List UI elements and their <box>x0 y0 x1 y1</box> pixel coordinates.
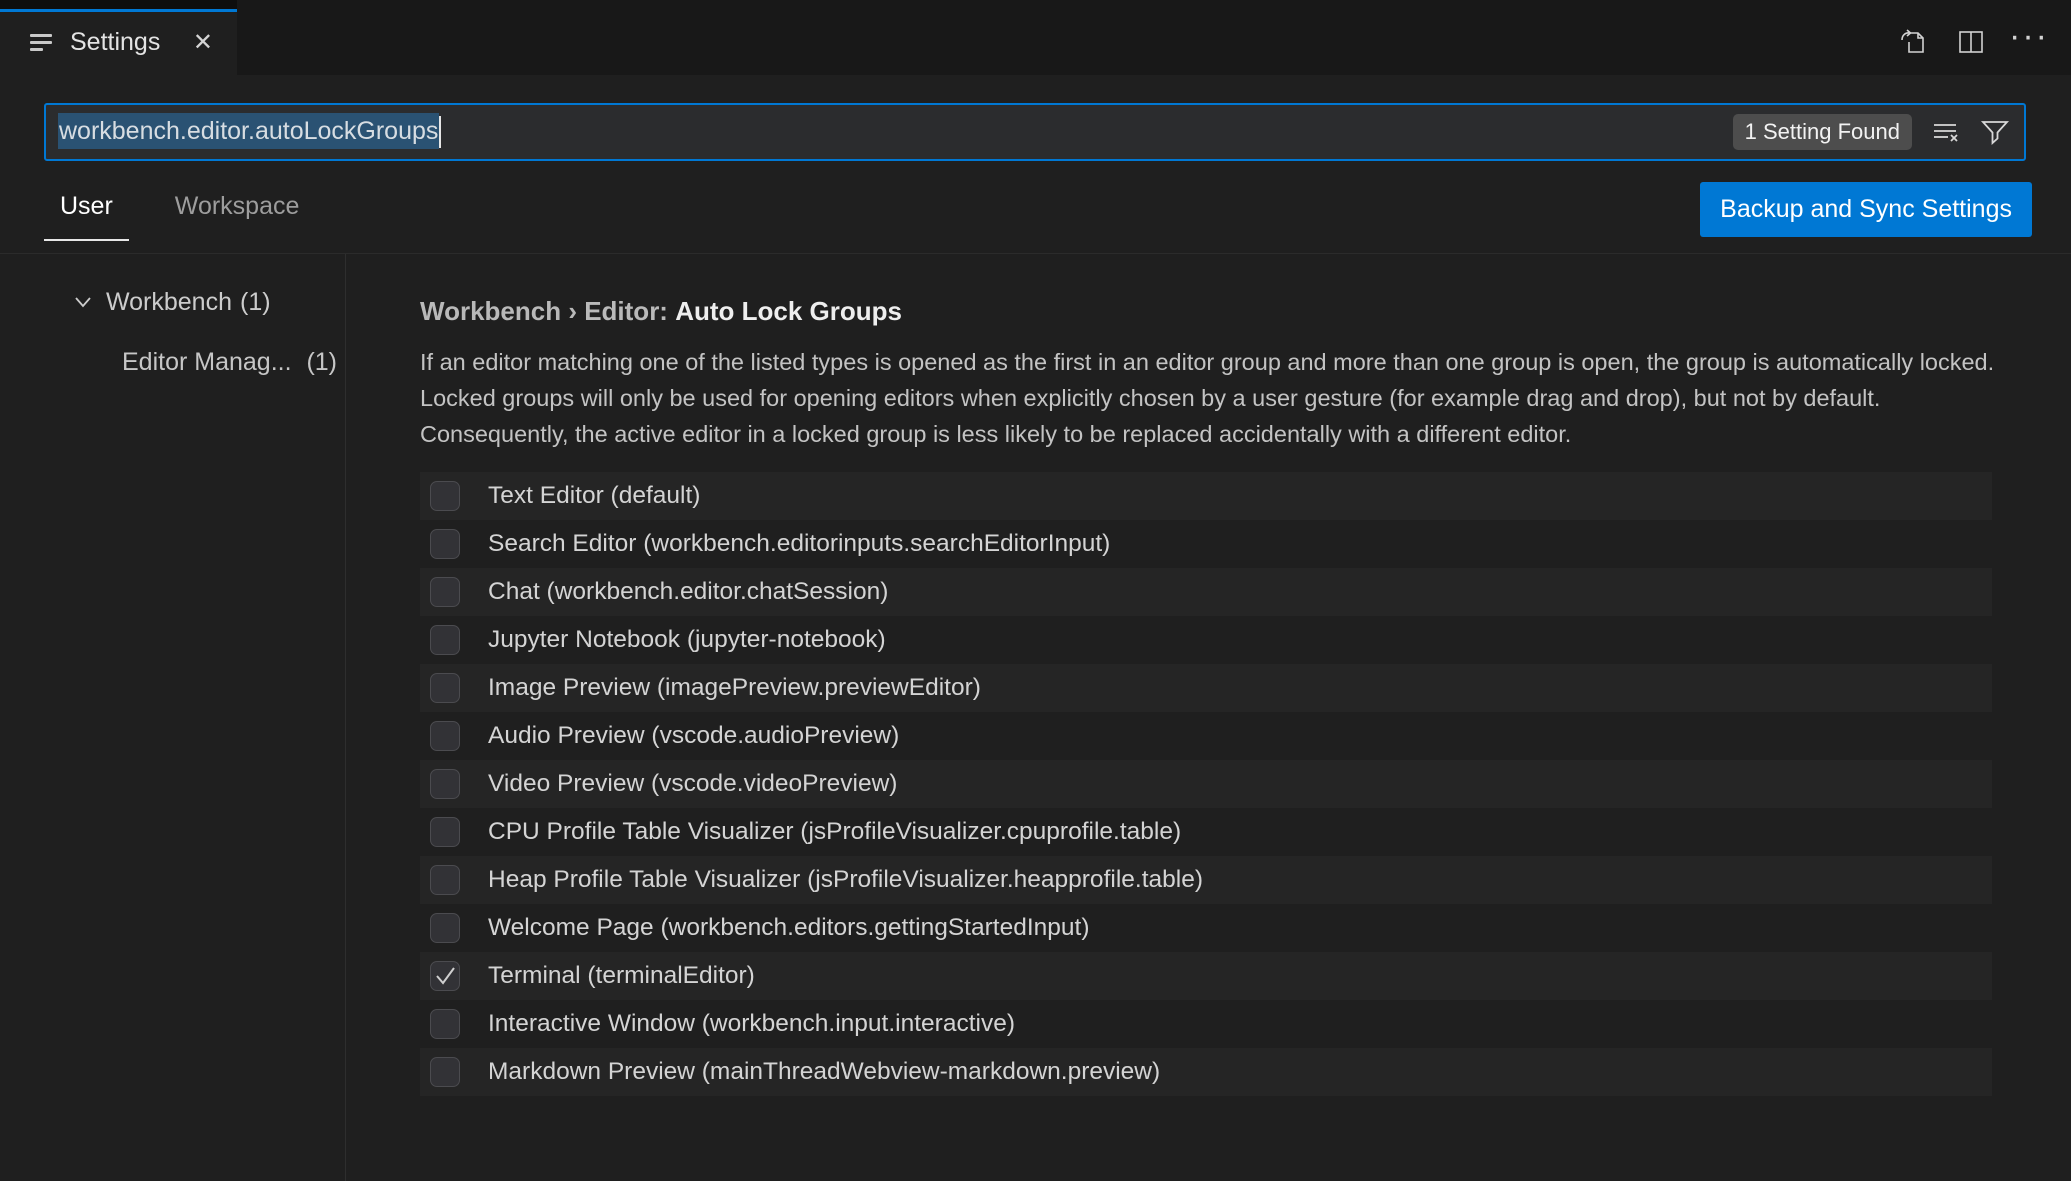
text-caret <box>439 116 442 148</box>
option-label: Text Editor (default) <box>488 482 701 509</box>
settings-toc: Workbench (1) Editor Manag... (1) <box>0 254 346 1181</box>
toc-item-editor-management[interactable]: Editor Manag... (1) <box>0 342 345 382</box>
search-selected-text: workbench.editor.autoLockGroups <box>58 112 440 149</box>
option-row[interactable]: Text Editor (default) <box>420 472 1992 520</box>
setting-detail-pane: Workbench › Editor: Auto Lock Groups If … <box>346 254 2071 1181</box>
option-label: Terminal (terminalEditor) <box>488 962 755 989</box>
filter-button[interactable] <box>1978 115 2012 149</box>
option-checkbox[interactable] <box>430 673 460 703</box>
results-count-badge: 1 Setting Found <box>1732 114 1912 150</box>
option-row[interactable]: Interactive Window (workbench.input.inte… <box>420 1000 1992 1048</box>
auto-lock-groups-option-list: Text Editor (default) Search Editor (wor… <box>420 472 1992 1096</box>
tab-user[interactable]: User <box>44 184 129 241</box>
clear-search-button[interactable] <box>1928 115 1962 149</box>
option-row[interactable]: Chat (workbench.editor.chatSession) <box>420 568 1992 616</box>
settings-scope-row: User Workspace Backup and Sync Settings <box>0 170 2071 254</box>
editor-actions: ··· <box>1895 17 2049 60</box>
checkmark-icon <box>436 967 455 985</box>
option-label: Audio Preview (vscode.audioPreview) <box>488 722 900 749</box>
option-checkbox[interactable] <box>430 817 460 847</box>
option-row[interactable]: Markdown Preview (mainThreadWebview-mark… <box>420 1048 1992 1096</box>
option-label: Markdown Preview (mainThreadWebview-mark… <box>488 1058 1161 1085</box>
settings-body: Workbench (1) Editor Manag... (1) Workbe… <box>0 254 2071 1181</box>
option-label: Search Editor (workbench.editorinputs.se… <box>488 530 1111 557</box>
scope-tabs: User Workspace <box>44 184 315 241</box>
option-label: Welcome Page (workbench.editors.gettingS… <box>488 914 1090 941</box>
option-row[interactable]: Jupyter Notebook (jupyter-notebook) <box>420 616 1992 664</box>
option-checkbox[interactable] <box>430 721 460 751</box>
option-label: CPU Profile Table Visualizer (jsProfileV… <box>488 818 1182 845</box>
setting-name: Auto Lock Groups <box>675 296 902 326</box>
option-row[interactable]: Audio Preview (vscode.audioPreview) <box>420 712 1992 760</box>
open-settings-json-icon <box>1901 29 1924 53</box>
filter-funnel-icon <box>1980 121 2010 146</box>
option-row[interactable]: Welcome Page (workbench.editors.gettingS… <box>420 904 1992 952</box>
option-label: Chat (workbench.editor.chatSession) <box>488 578 889 605</box>
option-checkbox[interactable] <box>430 577 460 607</box>
toc-item-count: (1) <box>306 347 337 376</box>
option-row[interactable]: CPU Profile Table Visualizer (jsProfileV… <box>420 808 1992 856</box>
option-row[interactable]: Video Preview (vscode.videoPreview) <box>420 760 1992 808</box>
option-label: Video Preview (vscode.videoPreview) <box>488 770 898 797</box>
tab-workspace[interactable]: Workspace <box>159 184 316 241</box>
search-controls: 1 Setting Found <box>1732 114 2012 150</box>
split-editor-icon <box>1959 31 1983 53</box>
option-label: Jupyter Notebook (jupyter-notebook) <box>488 626 886 653</box>
setting-description: If an editor matching one of the listed … <box>420 349 1995 447</box>
option-row[interactable]: Search Editor (workbench.editorinputs.se… <box>420 520 1992 568</box>
option-checkbox[interactable] <box>430 1009 460 1039</box>
option-label: Heap Profile Table Visualizer (jsProfile… <box>488 866 1203 893</box>
setting-title: Workbench › Editor: Auto Lock Groups <box>420 296 902 327</box>
toc-item-count: (1) <box>240 287 271 316</box>
option-checkbox[interactable] <box>430 913 460 943</box>
option-checkbox[interactable] <box>430 961 460 991</box>
backup-sync-settings-button[interactable]: Backup and Sync Settings <box>1700 182 2032 237</box>
option-row[interactable]: Terminal (terminalEditor) <box>420 952 1992 1000</box>
option-checkbox[interactable] <box>430 1057 460 1087</box>
ellipsis-icon: ··· <box>2009 17 2049 55</box>
search-value: workbench.editor.autoLockGroups <box>58 112 442 149</box>
more-actions-button[interactable]: ··· <box>2009 17 2049 60</box>
split-editor-button[interactable] <box>1953 24 1989 60</box>
tab-title: Settings <box>70 27 161 56</box>
option-checkbox[interactable] <box>430 769 460 799</box>
option-label: Interactive Window (workbench.input.inte… <box>488 1010 1015 1037</box>
option-checkbox[interactable] <box>430 529 460 559</box>
option-row[interactable]: Heap Profile Table Visualizer (jsProfile… <box>420 856 1992 904</box>
option-checkbox[interactable] <box>430 481 460 511</box>
open-settings-json-button[interactable] <box>1895 24 1931 60</box>
close-tab-icon[interactable]: ✕ <box>187 26 219 59</box>
option-label: Image Preview (imagePreview.previewEdito… <box>488 674 981 701</box>
tab-settings[interactable]: Settings ✕ <box>0 0 237 75</box>
option-checkbox[interactable] <box>430 865 460 895</box>
toc-item-workbench[interactable]: Workbench (1) <box>0 282 345 322</box>
settings-filter-icon <box>30 30 56 54</box>
toc-item-label: Editor Manag... <box>122 347 292 376</box>
option-row[interactable]: Image Preview (imagePreview.previewEdito… <box>420 664 1992 712</box>
setting-category: Workbench › Editor: <box>420 296 676 326</box>
settings-editor-window: Settings ✕ ··· workbench.editor.autoLock… <box>0 0 2071 1181</box>
settings-search-input[interactable]: workbench.editor.autoLockGroups 1 Settin… <box>44 103 2026 161</box>
option-checkbox[interactable] <box>430 625 460 655</box>
chevron-down-icon <box>72 291 94 313</box>
toc-item-label: Workbench <box>106 287 232 316</box>
editor-tab-bar: Settings ✕ ··· <box>0 0 2071 75</box>
clear-search-icon <box>1934 124 1958 142</box>
